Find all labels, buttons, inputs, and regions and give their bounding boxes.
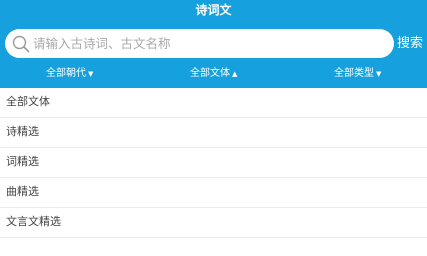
caret-down-icon: ▼ — [88, 70, 94, 78]
genre-option-poems[interactable]: 诗精选 — [0, 118, 427, 148]
genre-option-qu[interactable]: 曲精选 — [0, 178, 427, 208]
dynasty-filter-label: 全部朝代 — [46, 68, 86, 79]
caret-down-icon: ▼ — [376, 70, 382, 78]
type-filter-label: 全部类型 — [334, 68, 374, 79]
genre-option-classical-prose[interactable]: 文言文精选 — [0, 208, 427, 238]
search-icon — [12, 35, 30, 52]
genre-option-all[interactable]: 全部文体 — [0, 88, 427, 118]
search-box[interactable] — [5, 29, 394, 58]
search-button[interactable]: 搜索 — [397, 35, 425, 53]
genre-filter-label: 全部文体 — [190, 68, 230, 79]
type-filter-dropdown[interactable]: 全部类型 ▼ — [334, 66, 381, 82]
genre-filter-dropdown[interactable]: 全部文体 ▲ — [190, 66, 237, 82]
page-title: 诗词文 — [195, 3, 232, 17]
top-bar: 诗词文 搜索 全部朝代 ▼ 全部文体 ▲ 全部类型 ▼ — [0, 0, 427, 88]
dynasty-filter-dropdown[interactable]: 全部朝代 ▼ — [46, 66, 93, 82]
genre-options-list: 全部文体 诗精选 词精选 曲精选 文言文精选 — [0, 88, 427, 238]
search-input[interactable] — [33, 36, 373, 51]
caret-up-icon: ▲ — [232, 70, 238, 78]
genre-option-ci[interactable]: 词精选 — [0, 148, 427, 178]
